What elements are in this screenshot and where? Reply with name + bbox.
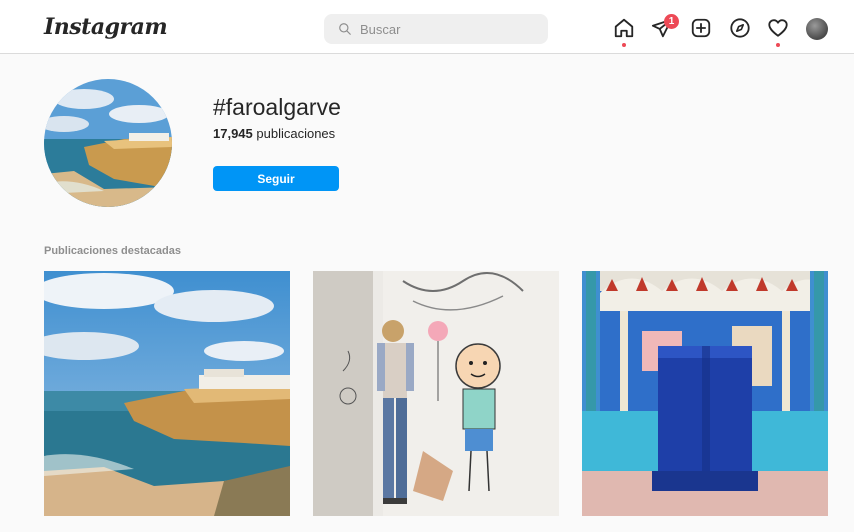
hashtag-cover-image xyxy=(44,79,172,207)
explore-icon xyxy=(730,18,750,38)
new-post-button[interactable] xyxy=(690,17,712,39)
instagram-logo[interactable]: Instagram xyxy=(44,14,168,40)
featured-post-1[interactable] xyxy=(44,271,290,516)
home-button[interactable] xyxy=(613,17,635,39)
post-count: 17,945 publicaciones xyxy=(213,126,335,141)
search-box[interactable] xyxy=(324,14,548,44)
home-active-indicator xyxy=(622,43,626,47)
home-icon xyxy=(614,18,634,38)
post-count-label: publicaciones xyxy=(256,126,336,141)
profile-avatar[interactable] xyxy=(806,18,828,40)
featured-post-2[interactable] xyxy=(313,271,559,516)
top-navigation-bar: Instagram 1 xyxy=(0,0,854,54)
follow-button[interactable]: Seguir xyxy=(213,166,339,191)
new-post-icon xyxy=(691,18,711,38)
featured-section-label: Publicaciones destacadas xyxy=(44,245,181,257)
activity-button[interactable] xyxy=(767,17,789,39)
explore-button[interactable] xyxy=(729,17,751,39)
hashtag-title: #faroalgarve xyxy=(213,94,341,120)
notification-badge: 1 xyxy=(664,14,679,29)
search-input[interactable] xyxy=(360,21,540,37)
post-count-number: 17,945 xyxy=(213,126,253,141)
heart-icon xyxy=(768,19,788,37)
search-icon xyxy=(339,23,351,35)
featured-post-3[interactable] xyxy=(582,271,828,516)
activity-indicator xyxy=(776,43,780,47)
